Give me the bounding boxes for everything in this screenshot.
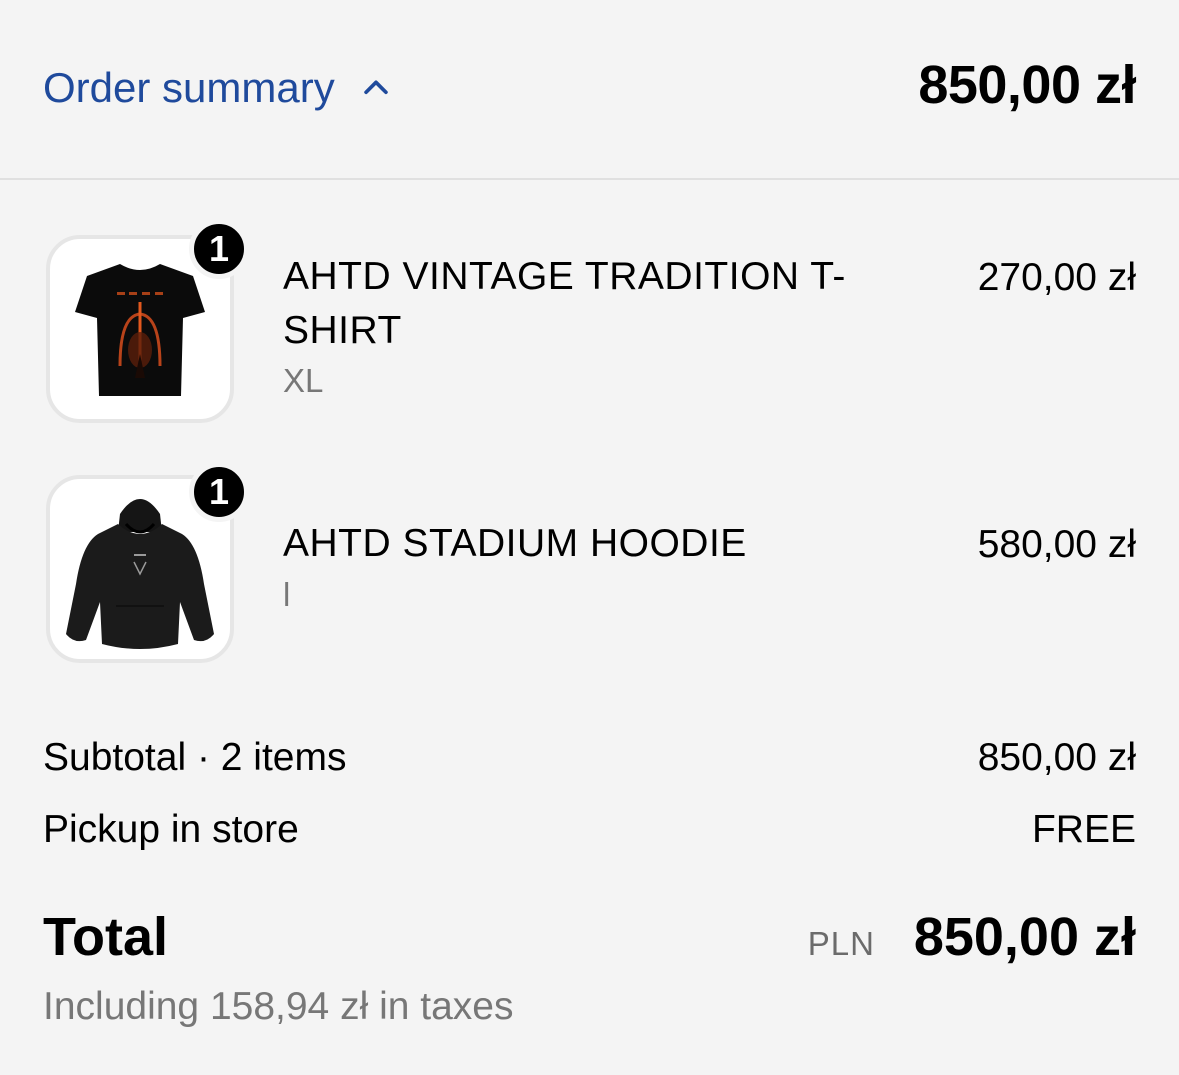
header-total-price: 850,00 zł [918, 55, 1136, 115]
subtotal-value: 850,00 zł [977, 736, 1136, 779]
shipping-label: Pickup in store [43, 808, 299, 851]
taxes-note: Including 158,94 zł in taxes [43, 985, 514, 1028]
chevron-up-icon[interactable] [359, 71, 393, 105]
subtotal-label: Subtotal · 2 items [43, 736, 347, 779]
quantity-badge: 1 [189, 462, 249, 522]
total-value: 850,00 zł [913, 907, 1136, 967]
item-variant: l [283, 576, 291, 613]
item-variant: XL [283, 362, 324, 399]
item-price: 270,00 zł [977, 256, 1136, 299]
total-currency: PLN [807, 925, 875, 962]
order-summary-label[interactable]: Order summary [43, 64, 335, 112]
quantity-badge: 1 [189, 219, 249, 279]
order-summary-toggle[interactable]: Order summary [43, 60, 393, 116]
shipping-value: FREE [1031, 808, 1136, 851]
item-name: AHTD STADIUM HOODIE [283, 522, 747, 565]
item-name: AHTD VINTAGE TRADITION T-SHIRT [283, 255, 846, 352]
item-price: 580,00 zł [977, 523, 1136, 566]
order-summary-header: Order summary 850,00 zł [0, 0, 1179, 180]
total-label: Total [43, 907, 168, 967]
